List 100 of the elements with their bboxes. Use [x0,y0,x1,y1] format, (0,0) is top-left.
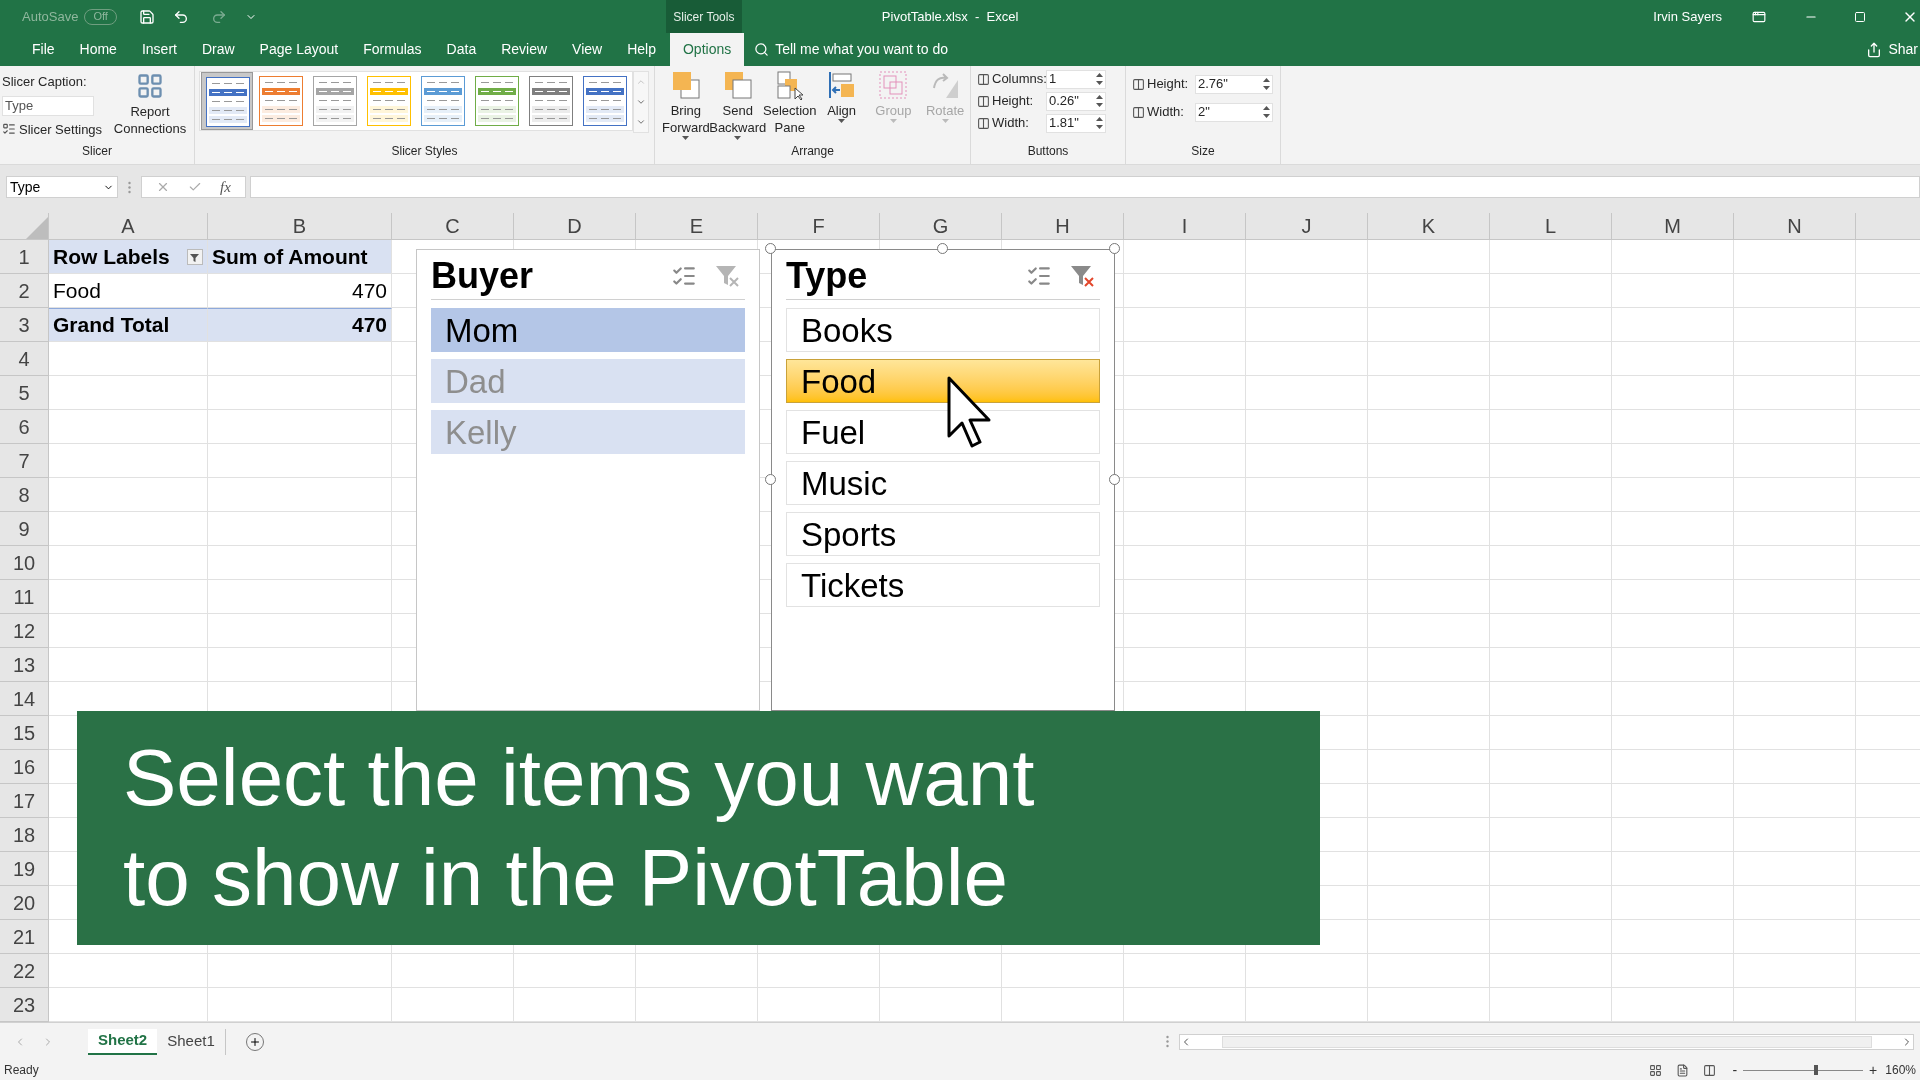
row-header[interactable]: 1 [0,240,49,274]
spin-button[interactable] [1263,77,1270,91]
row-header[interactable]: 10 [0,546,49,580]
ribbon-tab[interactable]: View [561,33,614,66]
row-header[interactable]: 7 [0,444,49,478]
slicer-item[interactable]: Books [786,308,1100,352]
scrollbar-thumb[interactable] [1221,1035,1872,1048]
maximize-icon[interactable] [1854,10,1866,23]
dropdown-caret-icon[interactable] [682,136,690,140]
column-header[interactable]: M [1612,213,1734,240]
zoom-slider-thumb[interactable] [1813,1065,1818,1075]
tell-me-field[interactable]: Tell me what you want to do [775,39,948,60]
ribbon-tab[interactable]: Draw [190,33,246,66]
column-header[interactable]: N [1734,213,1856,240]
column-header[interactable]: E [636,213,758,240]
row-header[interactable]: 6 [0,410,49,444]
ribbon-tab[interactable]: Data [435,33,488,66]
sheet-tab[interactable]: Sheet2 [88,1028,158,1055]
normal-view-icon[interactable] [1649,1063,1663,1077]
row-header[interactable]: 22 [0,954,49,988]
slicer-settings-icon[interactable] [2,122,16,137]
scroll-down-icon[interactable] [636,97,646,107]
row-header[interactable]: 21 [0,920,49,954]
ribbon-display-icon[interactable] [1752,9,1766,24]
worksheet-cell[interactable]: Row Labels [49,240,208,274]
resize-handle[interactable] [765,243,776,254]
cancel-icon[interactable] [156,180,170,194]
row-header[interactable]: 13 [0,648,49,682]
name-box[interactable]: Type [6,176,118,198]
sheet-tab[interactable]: Sheet1 [157,1028,226,1055]
splitter-icon[interactable] [1166,1035,1169,1048]
ribbon-tab[interactable]: Page Layout [248,33,350,66]
row-header[interactable]: 12 [0,614,49,648]
more-styles-icon[interactable] [636,117,646,127]
column-header[interactable]: D [514,213,636,240]
page-layout-view-icon[interactable] [1676,1063,1690,1077]
search-icon[interactable] [754,42,770,57]
resize-handle[interactable] [1109,243,1120,254]
ribbon-tab[interactable]: File [21,33,66,66]
spin-button[interactable] [1096,72,1103,86]
row-header[interactable]: 18 [0,818,49,852]
row-header[interactable]: 3 [0,308,49,342]
dimension-field[interactable]: 0.26" [1046,91,1106,111]
spin-button[interactable] [1096,116,1103,130]
row-header[interactable]: 11 [0,580,49,614]
slicer-item[interactable]: Mom [431,308,745,352]
column-header[interactable]: G [880,213,1002,240]
dimension-field[interactable]: 2" [1195,102,1273,122]
dimension-field[interactable]: 1.81" [1046,113,1106,133]
row-header[interactable]: 2 [0,274,49,308]
ribbon-tab[interactable]: Insert [130,33,188,66]
row-header[interactable]: 15 [0,716,49,750]
ribbon-tab[interactable]: Home [68,33,128,66]
dimension-field[interactable]: 2.76" [1195,74,1273,94]
slicer-style-swatch[interactable] [201,72,253,130]
ribbon-tab[interactable]: Options [669,33,745,66]
slicer-item[interactable]: Sports [786,512,1100,556]
resize-handle[interactable] [765,474,776,485]
ribbon-tab[interactable]: Help [616,33,667,66]
zoom-out-button[interactable]: - [1732,1059,1738,1080]
column-header[interactable]: C [392,213,514,240]
worksheet-cell[interactable]: Grand Total [49,308,208,342]
slicer-settings-button[interactable]: Slicer Settings [19,119,103,139]
page-break-view-icon[interactable] [1703,1063,1717,1077]
dropdown-caret-icon[interactable] [838,119,846,123]
slicer-item[interactable]: Fuel [786,410,1100,454]
resize-handle[interactable] [1109,474,1120,485]
spin-button[interactable] [1263,105,1270,119]
slicer-item[interactable]: Music [786,461,1100,505]
row-header[interactable]: 14 [0,682,49,716]
row-header[interactable]: 5 [0,376,49,410]
zoom-slider[interactable] [1743,1065,1864,1075]
spin-button[interactable] [1096,94,1103,108]
worksheet-cell[interactable]: Sum of Amount [208,240,392,274]
row-header[interactable]: 17 [0,784,49,818]
undo-icon[interactable] [172,8,189,25]
row-header[interactable]: 19 [0,852,49,886]
row-header[interactable]: 23 [0,988,49,1022]
slicer-panel[interactable]: Type Books Food Fuel Music Sports Tickets [771,249,1115,711]
dropdown-caret-icon[interactable] [734,136,742,140]
column-header[interactable]: K [1368,213,1490,240]
ribbon-tab[interactable]: Review [490,33,559,66]
row-header[interactable]: 16 [0,750,49,784]
slicer-item[interactable]: Tickets [786,563,1100,607]
row-header[interactable]: 8 [0,478,49,512]
horizontal-scrollbar[interactable] [1179,1033,1914,1050]
grip-icon[interactable] [128,180,131,194]
resize-handle[interactable] [937,243,948,254]
row-header[interactable]: 9 [0,512,49,546]
column-header[interactable]: B [208,213,392,240]
formula-field[interactable] [249,176,1920,198]
row-header[interactable]: 4 [0,342,49,376]
arrange-button[interactable]: Align [827,102,857,119]
slicer-panel[interactable]: Buyer Mom Dad Kelly [416,249,760,711]
zoom-in-button[interactable]: + [1869,1059,1878,1080]
clear-filter-icon[interactable] [715,263,741,288]
ribbon-tab[interactable]: Formulas [352,33,433,66]
slicer-item[interactable]: Food [786,359,1100,403]
dimension-field[interactable]: 1 [1046,69,1106,89]
column-header[interactable]: I [1124,213,1246,240]
